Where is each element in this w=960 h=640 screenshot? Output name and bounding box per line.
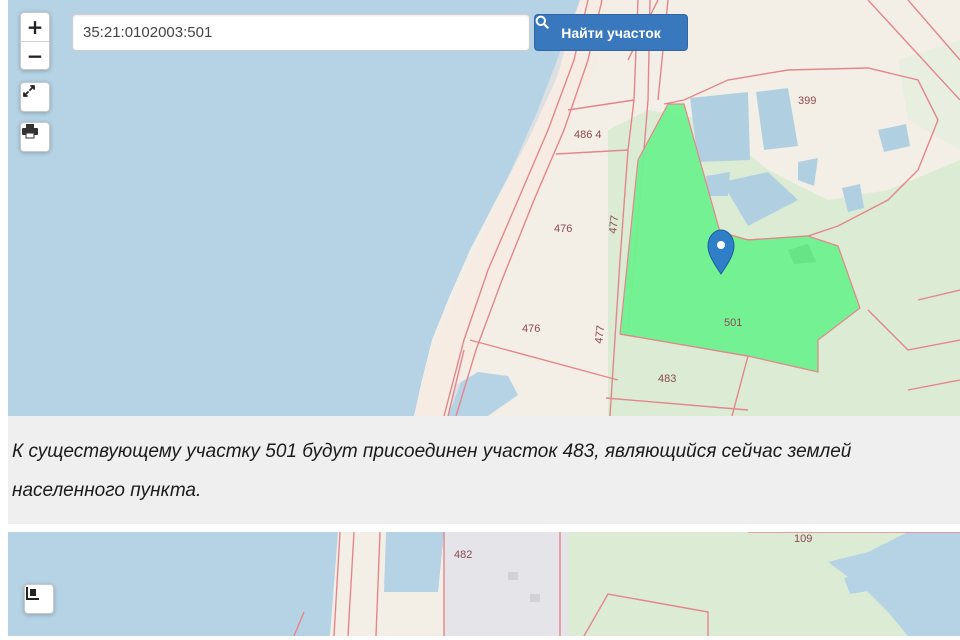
parcel-label-476: 476 bbox=[522, 323, 540, 335]
print-icon bbox=[22, 124, 38, 139]
parcel-label-477: 477 bbox=[593, 325, 607, 345]
parcel-label-501: 501 bbox=[724, 317, 742, 329]
parcel-label-477: 477 bbox=[607, 215, 621, 235]
search-icon bbox=[535, 15, 549, 29]
print-button[interactable] bbox=[20, 122, 50, 152]
parcel-label-483: 483 bbox=[658, 373, 676, 385]
water-pond bbox=[384, 532, 444, 592]
map-bottom-canvas: 482 109 bbox=[8, 532, 960, 636]
fullscreen-button[interactable] bbox=[20, 82, 50, 112]
zoom-controls: + − bbox=[20, 12, 50, 70]
map-bottom[interactable]: 482 109 bbox=[8, 532, 960, 636]
parcel-label-109: 109 bbox=[794, 533, 812, 545]
layers-button[interactable] bbox=[24, 584, 54, 614]
parcel-label-399: 399 bbox=[798, 95, 816, 107]
parcel-label-486-4: 486 4 bbox=[574, 129, 602, 141]
map-caption: К существующему участку 501 будут присое… bbox=[8, 416, 960, 524]
zoom-out-button[interactable]: − bbox=[21, 41, 49, 69]
map-top[interactable]: 399 486 4 476 477 476 477 501 483 + − 35… bbox=[8, 0, 960, 416]
fullscreen-icon bbox=[23, 85, 35, 97]
caption-text: К существующему участку 501 будут присое… bbox=[12, 441, 852, 501]
map-top-canvas: 399 486 4 476 477 476 477 501 483 bbox=[8, 0, 960, 416]
parcel-label-482: 482 bbox=[454, 549, 472, 561]
zoom-in-button[interactable]: + bbox=[21, 13, 49, 41]
layers-icon bbox=[26, 587, 39, 600]
find-parcel-button[interactable]: Найти участок bbox=[534, 14, 688, 51]
cadastral-number-input[interactable] bbox=[72, 14, 530, 51]
find-parcel-label: Найти участок bbox=[561, 24, 661, 41]
water-pond bbox=[690, 92, 750, 162]
built-area bbox=[444, 532, 568, 636]
parcel-label-476: 476 bbox=[554, 223, 572, 235]
lake-water bbox=[8, 532, 338, 636]
